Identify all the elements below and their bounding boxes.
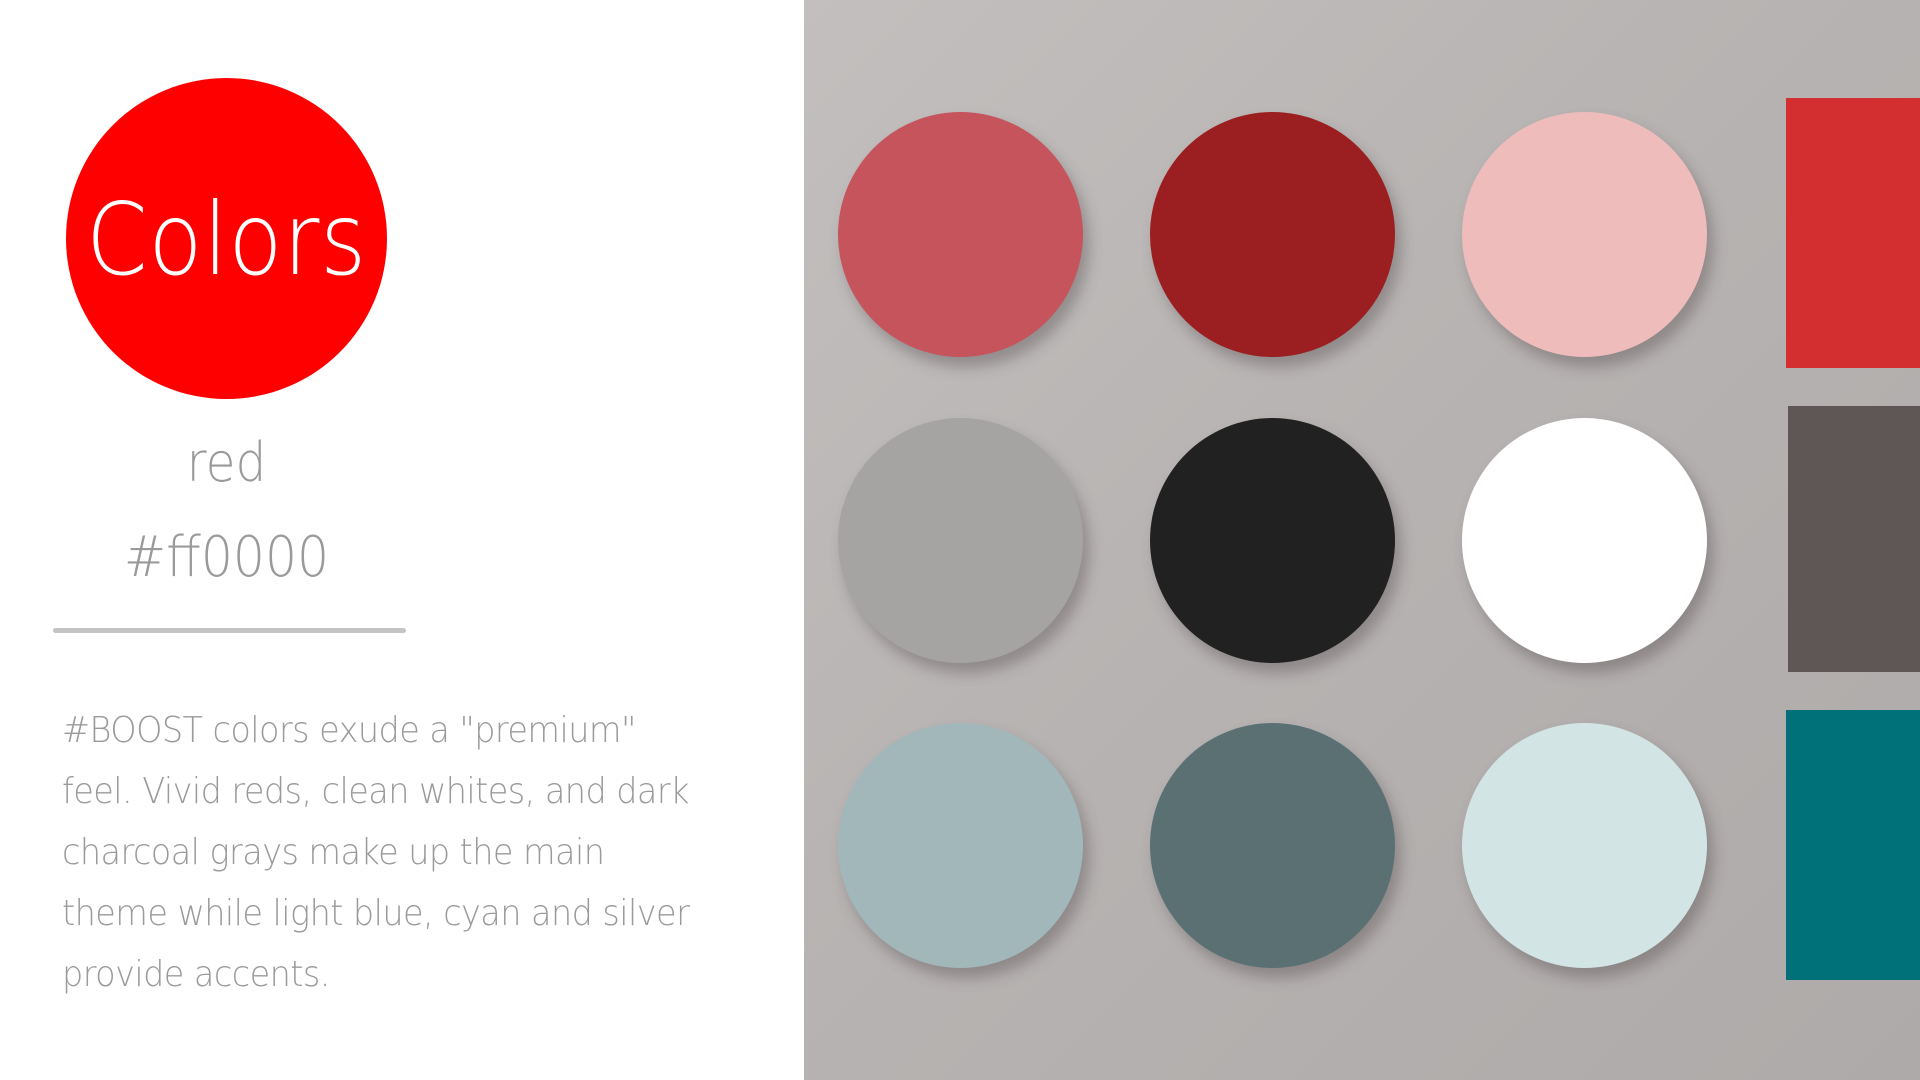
selected-color-hex: #ff0000 [123,525,330,590]
slide-title: Colors [86,180,367,298]
swatch-pale-cyan[interactable] [1462,723,1707,968]
swatch-light-pink[interactable] [1462,112,1707,357]
swatch-dark-red[interactable] [1150,112,1395,357]
swatch-charcoal[interactable] [1150,418,1395,663]
selected-color-name: red [186,431,267,494]
divider [53,628,406,633]
side-block-teal [1786,710,1920,980]
info-panel: Colors red #ff0000 #BOOST colors exude a… [0,0,804,1080]
swatch-light-blue-gray[interactable] [838,723,1083,968]
swatch-rose-red[interactable] [838,112,1083,357]
description-text: #BOOST colors exude a "premium" feel. Vi… [62,710,690,995]
swatch-white[interactable] [1462,418,1707,663]
swatch-panel [804,0,1920,1080]
title-circle: Colors [66,78,387,399]
swatch-slate-teal[interactable] [1150,723,1395,968]
swatch-silver-gray[interactable] [838,418,1083,663]
side-block-charcoal [1788,406,1920,672]
side-block-red [1786,98,1920,368]
color-palette-slide: Colors red #ff0000 #BOOST colors exude a… [0,0,1920,1080]
